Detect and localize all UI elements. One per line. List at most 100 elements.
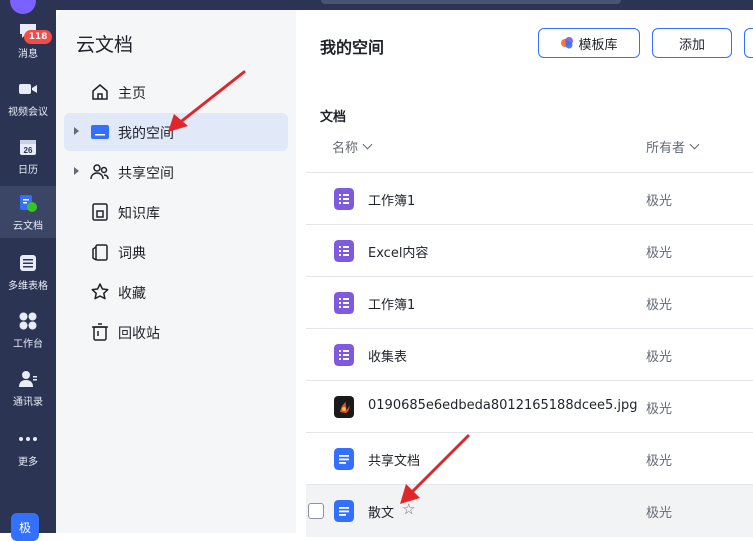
sidebar-item-label: 词典 — [118, 246, 146, 262]
sidebar-item-home[interactable]: 主页 — [64, 73, 288, 111]
sidebar-item-label: 回收站 — [118, 326, 160, 342]
expand-caret-icon[interactable] — [74, 167, 79, 175]
doc-file-icon — [334, 448, 354, 470]
rail-item-contacts[interactable]: 通讯录 — [0, 362, 56, 414]
base-table-icon — [17, 252, 39, 274]
file-row[interactable]: 共享文档 极光 — [306, 432, 753, 485]
sidebar-item-favorites[interactable]: 收藏 — [64, 273, 288, 311]
rail-item-cloud-docs[interactable]: 云文档 — [0, 186, 56, 238]
chevron-down-icon — [689, 139, 700, 150]
sidebar-item-label: 主页 — [118, 86, 146, 102]
column-owner-label: 所有者 — [646, 141, 686, 156]
file-owner: 极光 — [646, 298, 673, 313]
file-row[interactable]: 工作簿1 极光 — [306, 276, 753, 329]
unread-badge: 118 — [24, 30, 52, 44]
workspace-grid-icon — [17, 310, 39, 332]
rail-label: 日历 — [18, 165, 38, 176]
sidebar-item-label: 我的空间 — [118, 126, 174, 142]
page-title: 我的空间 — [320, 38, 385, 57]
file-name: 散文 — [368, 506, 395, 521]
sidebar-item-label: 共享空间 — [118, 166, 174, 182]
sidebar-item-label: 知识库 — [118, 206, 160, 222]
file-row[interactable]: 工作簿1 极光 — [306, 172, 753, 225]
file-row[interactable]: 0190685e6edbeda8012165188dcee5.jpg 极光 — [306, 380, 753, 433]
file-owner: 极光 — [646, 246, 673, 261]
video-camera-icon — [17, 78, 39, 100]
knowledge-base-icon — [92, 203, 108, 221]
sidebar-item-trash[interactable]: 回收站 — [64, 313, 288, 351]
doc-file-icon — [334, 500, 354, 522]
folder-icon — [91, 125, 109, 139]
template-library-button[interactable]: 模板库 — [538, 28, 640, 58]
sheet-file-icon — [334, 292, 354, 314]
template-icon — [561, 37, 574, 49]
rail-label: 工作台 — [13, 339, 43, 350]
rail-item-video-meeting[interactable]: 视频会议 — [0, 72, 56, 124]
rail-label: 通讯录 — [13, 397, 43, 408]
rail-label: 云文档 — [13, 221, 43, 232]
rail-item-workspace[interactable]: 工作台 — [0, 304, 56, 356]
file-name: 收集表 — [368, 350, 408, 365]
favorite-star-icon[interactable]: ☆ — [402, 500, 415, 518]
sidebar-item-shared-space[interactable]: 共享空间 — [64, 153, 288, 191]
template-library-label: 模板库 — [578, 37, 618, 53]
file-owner: 极光 — [646, 506, 673, 521]
add-button[interactable]: 添加 — [652, 28, 732, 58]
chevron-down-icon — [362, 139, 373, 150]
sidebar-title: 云文档 — [76, 34, 134, 56]
rail-label: 更多 — [18, 457, 38, 468]
user-avatar[interactable] — [10, 0, 36, 14]
rail-label: 消息 — [18, 49, 38, 60]
trash-icon — [92, 323, 108, 341]
calendar-icon: 26 — [17, 136, 39, 158]
column-name-label: 名称 — [332, 141, 359, 156]
search-bar[interactable] — [321, 0, 621, 4]
shared-people-icon — [90, 164, 109, 180]
add-button-label: 添加 — [678, 37, 705, 53]
profile-avatar[interactable]: 极 — [11, 513, 39, 541]
file-name: 0190685e6edbeda8012165188dcee5.jpg — [368, 398, 638, 413]
file-name: 共享文档 — [368, 454, 421, 469]
dictionary-icon — [92, 244, 108, 261]
sidebar-item-label: 收藏 — [118, 286, 146, 302]
expand-caret-icon[interactable] — [74, 127, 79, 135]
image-thumbnail-icon — [334, 396, 354, 418]
column-header-name[interactable]: 名称 — [332, 137, 373, 156]
rail-item-messages[interactable]: 消息 118 — [0, 14, 56, 66]
file-row[interactable]: 收集表 极光 — [306, 328, 753, 381]
file-owner: 极光 — [646, 402, 673, 417]
more-dots-icon — [17, 428, 39, 450]
file-row[interactable]: Excel内容 极光 — [306, 224, 753, 277]
main-content: 我的空间 模板库 添加 文档 名称 所有者 工作簿1 极光 Excel内容 极光… — [296, 10, 753, 537]
row-checkbox[interactable] — [308, 503, 324, 519]
column-header-owner[interactable]: 所有者 — [646, 137, 700, 156]
file-name: Excel内容 — [368, 246, 429, 261]
rail-item-more[interactable]: 更多 — [0, 422, 56, 474]
rail-label: 视频会议 — [8, 107, 48, 118]
docs-sidebar: 云文档 主页 我的空间 共享空间 知识库 词典 收藏 回收站 — [56, 10, 296, 533]
form-file-icon — [334, 344, 354, 366]
file-name: 工作簿1 — [368, 298, 416, 313]
sheet-file-icon — [334, 240, 354, 262]
file-row[interactable]: 散文 ☆ 极光 — [306, 484, 753, 537]
title-bar — [56, 0, 753, 10]
calendar-day: 26 — [24, 146, 33, 155]
sheet-file-icon — [334, 188, 354, 210]
rail-item-base[interactable]: 多维表格 — [0, 246, 56, 298]
new-button-partial[interactable] — [744, 28, 753, 58]
contacts-icon — [17, 368, 39, 390]
file-owner: 极光 — [646, 350, 673, 365]
home-icon — [92, 84, 108, 100]
sidebar-item-my-space[interactable]: 我的空间 — [64, 113, 288, 151]
sidebar-item-knowledge-base[interactable]: 知识库 — [64, 193, 288, 231]
file-owner: 极光 — [646, 454, 673, 469]
sidebar-item-dictionary[interactable]: 词典 — [64, 233, 288, 271]
rail-item-calendar[interactable]: 26 日历 — [0, 130, 56, 182]
file-owner: 极光 — [646, 194, 673, 209]
section-heading: 文档 — [320, 110, 347, 125]
star-icon — [91, 283, 109, 300]
file-name: 工作簿1 — [368, 194, 416, 209]
cloud-doc-icon — [17, 192, 39, 214]
app-rail: 消息 118 视频会议 26 日历 云文档 多维表格 工作台 通讯录 更多 极 — [0, 0, 56, 541]
rail-label: 多维表格 — [8, 281, 48, 292]
